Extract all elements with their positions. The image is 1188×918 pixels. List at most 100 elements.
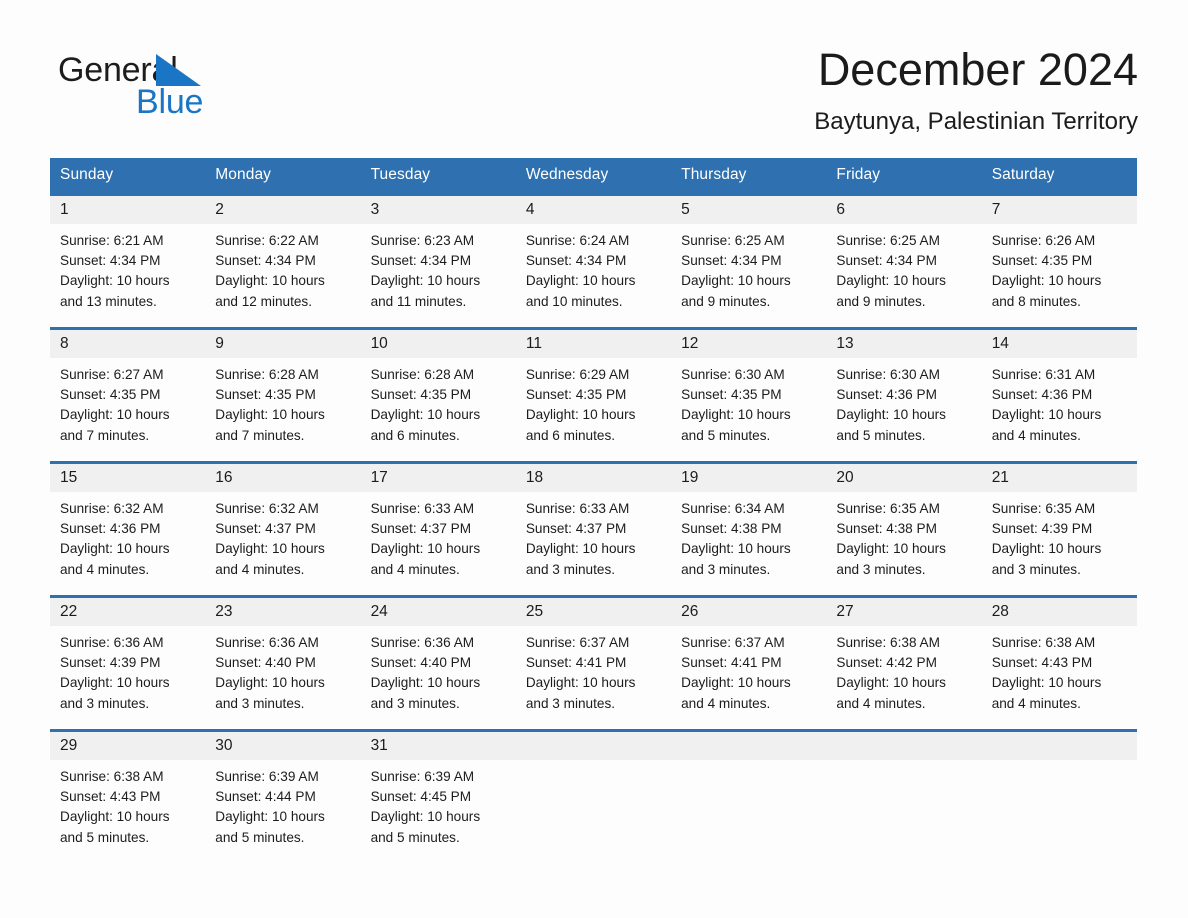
sunset-text: Sunset: 4:41 PM	[681, 655, 782, 671]
day-number-band: 14	[981, 330, 1137, 358]
day-details: Sunrise: 6:36 AM Sunset: 4:40 PM Daylight:…	[205, 626, 360, 714]
day-cell[interactable]: 28 Sunrise: 6:38 AM Sunset: 4:43 PM Dayligh…	[981, 595, 1137, 731]
day-cell[interactable]: 16 Sunrise: 6:32 AM Sunset: 4:37 PM Dayligh…	[205, 461, 361, 597]
daylight-text-line1: Daylight: 10 hours	[370, 675, 481, 691]
day-cell[interactable]: 23 Sunrise: 6:36 AM Sunset: 4:40 PM Dayligh…	[205, 595, 361, 731]
daylight-text-line1: Daylight: 10 hours	[370, 541, 481, 557]
daylight-text-line2: and 3 minutes.	[60, 695, 150, 711]
page-title: December 2024	[817, 44, 1138, 95]
day-details: Sunrise: 6:29 AM Sunset: 4:35 PM Daylight:…	[516, 358, 671, 446]
day-details: Sunrise: 6:34 AM Sunset: 4:38 PM Daylight:…	[671, 492, 826, 580]
day-number: 8	[60, 335, 69, 352]
daylight-text-line2: and 3 minutes.	[991, 561, 1081, 577]
sunrise-text: Sunrise: 6:28 AM	[215, 367, 319, 382]
weekday-header-tuesday: Tuesday	[360, 158, 516, 195]
daylight-text-line2: and 5 minutes.	[60, 829, 150, 845]
day-cell[interactable]: 6 Sunrise: 6:25 AM Sunset: 4:34 PM Daylight…	[826, 193, 982, 329]
sunset-text: Sunset: 4:43 PM	[991, 655, 1093, 671]
day-cell[interactable]: 12 Sunrise: 6:30 AM Sunset: 4:35 PM Dayligh…	[671, 327, 827, 463]
daylight-text-line1: Daylight: 10 hours	[525, 541, 636, 557]
day-cell[interactable]: 1 Sunrise: 6:21 AM Sunset: 4:34 PM Daylight…	[50, 193, 206, 329]
day-number-band: 18	[515, 464, 672, 492]
day-cell[interactable]: 21 Sunrise: 6:35 AM Sunset: 4:39 PM Dayligh…	[981, 461, 1137, 597]
day-details: Sunrise: 6:21 AM Sunset: 4:34 PM Daylight:…	[50, 224, 205, 312]
daylight-text-line2: and 6 minutes.	[370, 427, 460, 443]
sunset-text: Sunset: 4:38 PM	[681, 521, 782, 537]
day-number-band: 23	[205, 598, 361, 626]
daylight-text-line2: and 3 minutes.	[681, 561, 771, 577]
sunset-text: Sunset: 4:44 PM	[215, 789, 316, 805]
day-details: Sunrise: 6:30 AM Sunset: 4:35 PM Daylight:…	[671, 358, 826, 446]
day-number: 9	[215, 335, 224, 352]
sunrise-text: Sunrise: 6:27 AM	[60, 367, 164, 382]
day-cell[interactable]: 20 Sunrise: 6:35 AM Sunset: 4:38 PM Dayligh…	[826, 461, 982, 597]
day-cell[interactable]: 4 Sunrise: 6:24 AM Sunset: 4:34 PM Daylight…	[515, 193, 672, 329]
day-cell[interactable]: 13 Sunrise: 6:30 AM Sunset: 4:36 PM Dayligh…	[826, 327, 982, 463]
day-details: Sunrise: 6:31 AM Sunset: 4:36 PM Daylight:…	[982, 358, 1137, 446]
sunrise-text: Sunrise: 6:39 AM	[215, 769, 319, 784]
day-cell[interactable]: 18 Sunrise: 6:33 AM Sunset: 4:37 PM Dayligh…	[515, 461, 672, 597]
weekday-header-thursday: Thursday	[671, 158, 827, 195]
day-cell[interactable]: 15 Sunrise: 6:32 AM Sunset: 4:36 PM Dayligh…	[50, 461, 206, 597]
day-cell[interactable]: 24 Sunrise: 6:36 AM Sunset: 4:40 PM Dayligh…	[360, 595, 516, 731]
day-number-band: 5	[671, 196, 827, 224]
day-number: 16	[215, 469, 233, 486]
daylight-text-line2: and 5 minutes.	[370, 829, 460, 845]
day-cell[interactable]: 30 Sunrise: 6:39 AM Sunset: 4:44 PM Dayligh…	[205, 729, 361, 850]
day-number-band: 15	[50, 464, 206, 492]
day-number: 27	[836, 603, 854, 620]
day-cell[interactable]: 11 Sunrise: 6:29 AM Sunset: 4:35 PM Dayligh…	[515, 327, 672, 463]
sunrise-text: Sunrise: 6:33 AM	[525, 501, 630, 516]
day-details: Sunrise: 6:26 AM Sunset: 4:35 PM Daylight:…	[982, 224, 1137, 312]
day-cell[interactable]: 7 Sunrise: 6:26 AM Sunset: 4:35 PM Daylight…	[981, 193, 1137, 329]
day-cell[interactable]: 27 Sunrise: 6:38 AM Sunset: 4:42 PM Dayligh…	[826, 595, 982, 731]
day-cell[interactable]: 2 Sunrise: 6:22 AM Sunset: 4:34 PM Daylight…	[205, 193, 361, 329]
sunset-text: Sunset: 4:34 PM	[836, 253, 937, 269]
sunset-text: Sunset: 4:36 PM	[836, 387, 937, 403]
day-details: Sunrise: 6:28 AM Sunset: 4:35 PM Daylight:…	[361, 358, 516, 446]
sunset-text: Sunset: 4:45 PM	[370, 789, 472, 805]
day-number: 13	[836, 335, 854, 352]
daylight-text-line2: and 9 minutes.	[836, 293, 926, 309]
day-cell[interactable]: 29 Sunrise: 6:38 AM Sunset: 4:43 PM Dayligh…	[50, 729, 206, 850]
day-cell[interactable]: 3 Sunrise: 6:23 AM Sunset: 4:34 PM Daylight…	[360, 193, 516, 329]
day-number: 31	[370, 737, 388, 754]
day-cell[interactable]: 9 Sunrise: 6:28 AM Sunset: 4:35 PM Daylight…	[205, 327, 361, 463]
sunset-text: Sunset: 4:35 PM	[681, 387, 782, 403]
day-details: Sunrise: 6:39 AM Sunset: 4:44 PM Daylight:…	[205, 760, 360, 848]
daylight-text-line2: and 5 minutes.	[215, 829, 305, 845]
day-cell[interactable]: 31 Sunrise: 6:39 AM Sunset: 4:45 PM Dayligh…	[360, 729, 516, 850]
day-cell[interactable]: 22 Sunrise: 6:36 AM Sunset: 4:39 PM Dayligh…	[50, 595, 206, 731]
daylight-text-line2: and 4 minutes.	[681, 695, 771, 711]
daylight-text-line1: Daylight: 10 hours	[681, 273, 791, 289]
day-number-band: 19	[671, 464, 827, 492]
daylight-text-line2: and 7 minutes.	[60, 427, 150, 443]
sunrise-text: Sunrise: 6:37 AM	[681, 635, 785, 650]
sunset-text: Sunset: 4:34 PM	[681, 253, 782, 269]
day-number: 7	[991, 201, 1001, 218]
sunset-text: Sunset: 4:34 PM	[60, 253, 161, 269]
day-number: 11	[525, 335, 542, 352]
daylight-text-line2: and 6 minutes.	[525, 427, 616, 443]
day-cell[interactable]: 19 Sunrise: 6:34 AM Sunset: 4:38 PM Dayligh…	[671, 461, 827, 597]
day-number-band: 2	[205, 196, 361, 224]
day-number: 12	[681, 335, 699, 352]
day-cell[interactable]: 26 Sunrise: 6:37 AM Sunset: 4:41 PM Dayligh…	[671, 595, 827, 731]
daylight-text-line2: and 11 minutes.	[370, 293, 467, 309]
day-number: 10	[370, 335, 388, 352]
day-cell[interactable]: 25 Sunrise: 6:37 AM Sunset: 4:41 PM Dayligh…	[515, 595, 672, 731]
daylight-text-line1: Daylight: 10 hours	[681, 407, 791, 423]
sunrise-text: Sunrise: 6:39 AM	[370, 769, 475, 784]
sunset-text: Sunset: 4:34 PM	[525, 253, 627, 269]
day-cell[interactable]: 14 Sunrise: 6:31 AM Sunset: 4:36 PM Dayligh…	[981, 327, 1137, 463]
day-cell[interactable]: 17 Sunrise: 6:33 AM Sunset: 4:37 PM Dayligh…	[360, 461, 516, 597]
day-details: Sunrise: 6:37 AM Sunset: 4:41 PM Daylight:…	[516, 626, 671, 714]
day-cell[interactable]: 10 Sunrise: 6:28 AM Sunset: 4:35 PM Dayligh…	[360, 327, 516, 463]
daylight-text-line2: and 3 minutes.	[370, 695, 460, 711]
day-number: 18	[525, 469, 544, 486]
day-number: 5	[681, 201, 690, 218]
day-cell[interactable]: 5 Sunrise: 6:25 AM Sunset: 4:34 PM Daylight…	[671, 193, 827, 329]
sunset-text: Sunset: 4:41 PM	[525, 655, 627, 671]
day-cell[interactable]: 8 Sunrise: 6:27 AM Sunset: 4:35 PM Daylight…	[50, 327, 206, 463]
day-number-band: 16	[205, 464, 361, 492]
